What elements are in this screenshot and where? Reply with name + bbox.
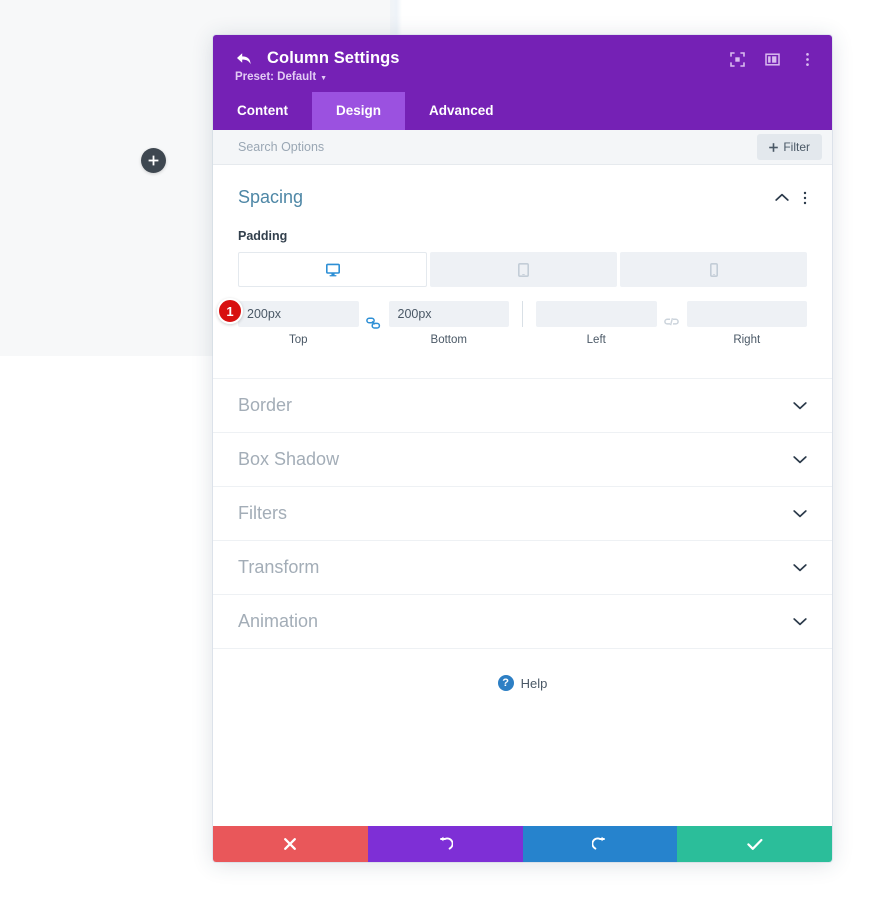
section-filters[interactable]: Filters [213,486,832,540]
section-spacing-title: Spacing [238,187,304,207]
link-connected-icon[interactable] [359,311,389,337]
back-arrow-icon[interactable] [235,50,255,68]
chevron-down-icon [793,509,807,518]
section-border[interactable]: Border [213,378,832,432]
chevron-down-icon: ▼ [320,74,328,82]
step-badge-1: 1 [217,298,243,324]
section-filters-title: Filters [238,503,287,523]
padding-top-input[interactable] [238,301,359,327]
padding-right-label: Right [733,334,761,346]
padding-right-cell: Right [686,301,807,346]
section-spacing-header[interactable]: Spacing [238,187,807,208]
tab-advanced[interactable]: Advanced [405,92,518,130]
section-animation[interactable]: Animation [213,594,832,648]
padding-top-label: Top [288,334,308,346]
padding-bottom-cell: Bottom [388,301,509,346]
filter-button-label: Filter [783,140,810,154]
header-icon-group [728,50,816,68]
desktop-icon [325,263,340,277]
check-icon [746,838,763,850]
padding-divider [522,301,523,327]
device-tab-tablet[interactable] [430,252,617,287]
section-spacing: Spacing Padding 1 200px Top 200px Bottom… [213,165,832,378]
padding-left-input[interactable] [536,301,657,327]
spacing-section-spacer [238,346,807,378]
help-label: Help [520,675,548,691]
page-title: Column Settings [267,49,400,67]
padding-top-cell: Top [238,301,359,346]
section-border-title: Border [238,395,293,415]
section-animation-title: Animation [238,611,319,631]
search-bar: Filter [213,130,832,165]
split-layout-icon[interactable] [763,50,781,68]
padding-bottom-input[interactable] [388,301,509,327]
padding-bottom-label: Bottom [430,334,467,346]
section-transform[interactable]: Transform [213,540,832,594]
preset-selector[interactable]: Preset: Default ▼ [235,71,814,83]
preset-label: Preset: Default [235,71,317,83]
chevron-down-icon [793,455,807,464]
responsive-device-tabs [238,252,807,287]
save-button[interactable] [677,826,832,862]
chevron-down-icon [793,401,807,410]
redo-button[interactable] [522,826,678,862]
help-link[interactable]: ? Help [213,648,832,721]
plus-icon [148,155,159,166]
search-input[interactable] [238,140,647,154]
padding-right-input[interactable] [686,301,807,327]
phone-icon [709,262,718,277]
tablet-icon [518,262,529,277]
section-transform-title: Transform [238,557,320,577]
section-box-shadow[interactable]: Box Shadow [213,432,832,486]
cancel-button[interactable] [213,826,368,862]
section-box-shadow-title: Box Shadow [238,449,340,469]
question-mark-icon: ? [497,675,514,691]
tab-content[interactable]: Content [213,92,312,130]
padding-left-cell: Left [536,301,657,346]
focus-expand-icon[interactable] [728,50,746,68]
padding-vertical-group: Top Bottom [238,301,509,346]
chevron-up-icon[interactable] [775,193,789,202]
modal-body: Spacing Padding 1 200px Top 200px Bottom… [213,165,832,826]
plus-icon [769,142,779,152]
undo-button[interactable] [367,826,523,862]
modal-tabs: Content Design Advanced [213,92,832,130]
column-settings-modal: Column Settings Preset: Default ▼ Conten… [213,35,832,862]
modal-header: Column Settings Preset: Default ▼ [213,35,832,92]
modal-footer [213,826,832,862]
tab-design[interactable]: Design [312,92,406,130]
link-broken-icon[interactable] [657,311,687,337]
chevron-down-icon [793,617,807,626]
padding-left-label: Left [586,334,606,346]
close-x-icon [284,838,297,850]
device-tab-phone[interactable] [620,252,807,287]
device-tab-desktop[interactable] [238,252,427,287]
more-vertical-icon[interactable] [798,50,816,68]
add-module-button[interactable] [141,148,166,173]
padding-horizontal-group: Left Right [536,301,807,346]
undo-arrow-icon [440,836,454,850]
chevron-down-icon [793,563,807,572]
redo-arrow-icon [591,836,605,850]
padding-inputs-row: 1 Top Bottom [217,298,807,346]
padding-label: Padding [238,229,288,243]
more-vertical-icon[interactable] [803,191,807,205]
filter-button[interactable]: Filter [757,134,822,160]
